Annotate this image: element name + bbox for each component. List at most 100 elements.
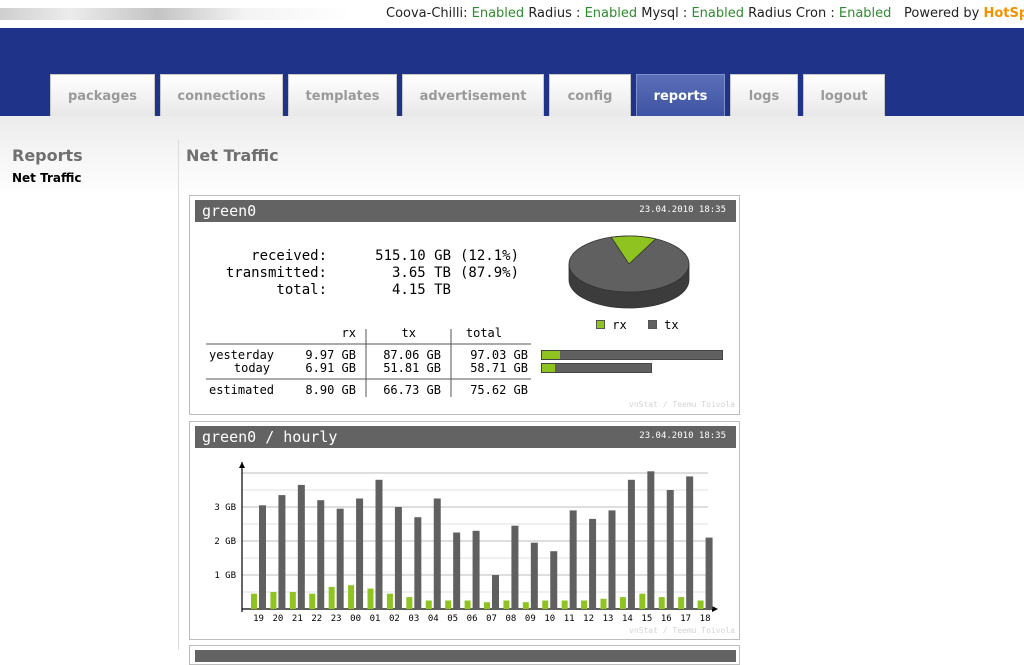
traffic-pie-chart <box>566 234 692 312</box>
hourly-panel: green0 / hourly 23.04.2010 18:35 1 GB2 G… <box>189 421 740 640</box>
bar-tx <box>609 510 616 609</box>
bar-tx <box>686 476 693 609</box>
bar-rx <box>562 601 568 610</box>
bar-rx <box>465 601 471 610</box>
x-axis-arrow <box>712 606 718 612</box>
radius-label: Radius : <box>528 6 580 21</box>
mysql-label: Mysql : <box>641 6 687 21</box>
bar-rx <box>290 592 296 609</box>
bar-tx <box>434 499 441 610</box>
sidebar-item-net-traffic[interactable]: Net Traffic <box>12 171 81 185</box>
row-yesterday-label: yesterday <box>209 348 274 362</box>
row-estimated-rx: 8.90 GB <box>280 383 356 397</box>
transmitted-value: 3.65 TB <box>340 265 451 281</box>
bar-tx <box>356 499 363 610</box>
x-tick-label: 14 <box>622 614 633 624</box>
radius-cron-label: Radius Cron : <box>748 6 835 21</box>
bar-rx <box>542 601 548 610</box>
tab-templates[interactable]: templates <box>288 74 397 116</box>
usage-bar-today-rx <box>542 364 555 372</box>
bar-tx <box>473 531 480 609</box>
bar-rx <box>309 594 315 609</box>
legend-swatch-rx <box>596 320 605 329</box>
x-tick-label: 16 <box>661 614 672 624</box>
hourly-watermark: vnStat / Teemu Toivola <box>629 626 735 635</box>
total-label: total: <box>190 282 327 298</box>
bar-rx <box>659 597 665 609</box>
legend-swatch-tx <box>648 320 657 329</box>
col-total: total <box>462 326 502 340</box>
received-label: received: <box>190 248 327 264</box>
row-today-total: 58.71 GB <box>448 361 528 375</box>
interface-name: green0 <box>202 202 256 220</box>
col-tx: tx <box>372 326 416 340</box>
x-tick-label: 01 <box>370 614 381 624</box>
x-tick-label: 18 <box>700 614 711 624</box>
bar-tx <box>570 510 577 609</box>
tab-packages[interactable]: packages <box>50 74 155 116</box>
tab-config[interactable]: config <box>549 74 631 116</box>
bar-rx <box>581 601 587 610</box>
bar-tx <box>376 480 383 609</box>
bar-tx <box>259 505 266 609</box>
x-tick-label: 08 <box>505 614 516 624</box>
bar-rx <box>426 601 432 610</box>
summary-panel: green0 23.04.2010 18:35 received: transm… <box>189 195 740 415</box>
powered-label: Powered by <box>904 6 979 21</box>
powered-brand: HotSp <box>984 6 1024 21</box>
transmitted-label: transmitted: <box>190 265 327 281</box>
top-status-bar: Coova-Chilli: Enabled Radius : Enabled M… <box>0 0 1024 28</box>
tab-advertisement[interactable]: advertisement <box>402 74 544 116</box>
transmitted-pct: (87.9%) <box>460 265 519 281</box>
x-tick-label: 20 <box>272 614 283 624</box>
x-tick-label: 06 <box>467 614 478 624</box>
row-yesterday-tx: 87.06 GB <box>361 348 441 362</box>
x-tick-label: 03 <box>408 614 419 624</box>
row-estimated-label: estimated <box>209 383 274 397</box>
bar-tx <box>317 500 324 609</box>
usage-bar-today <box>541 363 652 373</box>
bar-rx <box>348 585 354 609</box>
hourly-title: green0 / hourly <box>202 428 337 446</box>
tab-connections[interactable]: connections <box>160 74 283 116</box>
bar-tx <box>492 575 499 609</box>
row-today-rx: 6.91 GB <box>280 361 356 375</box>
bar-rx <box>270 592 276 609</box>
x-tick-label: 19 <box>253 614 264 624</box>
tab-logout[interactable]: logout <box>803 74 885 116</box>
bar-tx <box>550 551 557 609</box>
bar-tx <box>667 490 674 609</box>
x-tick-label: 12 <box>583 614 594 624</box>
summary-watermark: vnStat / Teemu Toivola <box>629 400 735 409</box>
bar-tx <box>706 538 713 609</box>
x-tick-label: 21 <box>292 614 303 624</box>
received-pct: (12.1%) <box>460 248 519 264</box>
bar-tx <box>337 509 344 609</box>
y-tick-label: 2 GB <box>214 537 236 547</box>
next-panel-header <box>195 650 736 662</box>
radius-cron-status: Enabled <box>839 6 892 21</box>
page-title: Net Traffic <box>186 146 279 165</box>
y-tick-label: 3 GB <box>214 503 236 513</box>
bar-tx <box>414 517 421 609</box>
bar-rx <box>251 594 257 609</box>
tab-reports[interactable]: reports <box>636 74 725 116</box>
x-tick-label: 13 <box>603 614 614 624</box>
summary-date: 23.04.2010 18:35 <box>639 205 726 215</box>
tab-logs[interactable]: logs <box>730 74 798 116</box>
powered-by: Powered by HotSp <box>904 6 1024 21</box>
bar-rx <box>523 602 529 609</box>
x-tick-label: 22 <box>311 614 322 624</box>
row-today-label: today <box>190 361 270 375</box>
row-yesterday-total: 97.03 GB <box>448 348 528 362</box>
bar-tx <box>531 543 538 609</box>
bar-rx <box>639 594 645 609</box>
row-estimated-total: 75.62 GB <box>448 383 528 397</box>
summary-header: green0 23.04.2010 18:35 <box>195 200 736 222</box>
row-today-tx: 51.81 GB <box>361 361 441 375</box>
sidebar-divider <box>178 140 179 650</box>
bar-tx <box>395 507 402 609</box>
x-tick-label: 07 <box>486 614 497 624</box>
coova-label: Coova-Chilli: <box>386 6 467 21</box>
bar-tx <box>589 519 596 609</box>
